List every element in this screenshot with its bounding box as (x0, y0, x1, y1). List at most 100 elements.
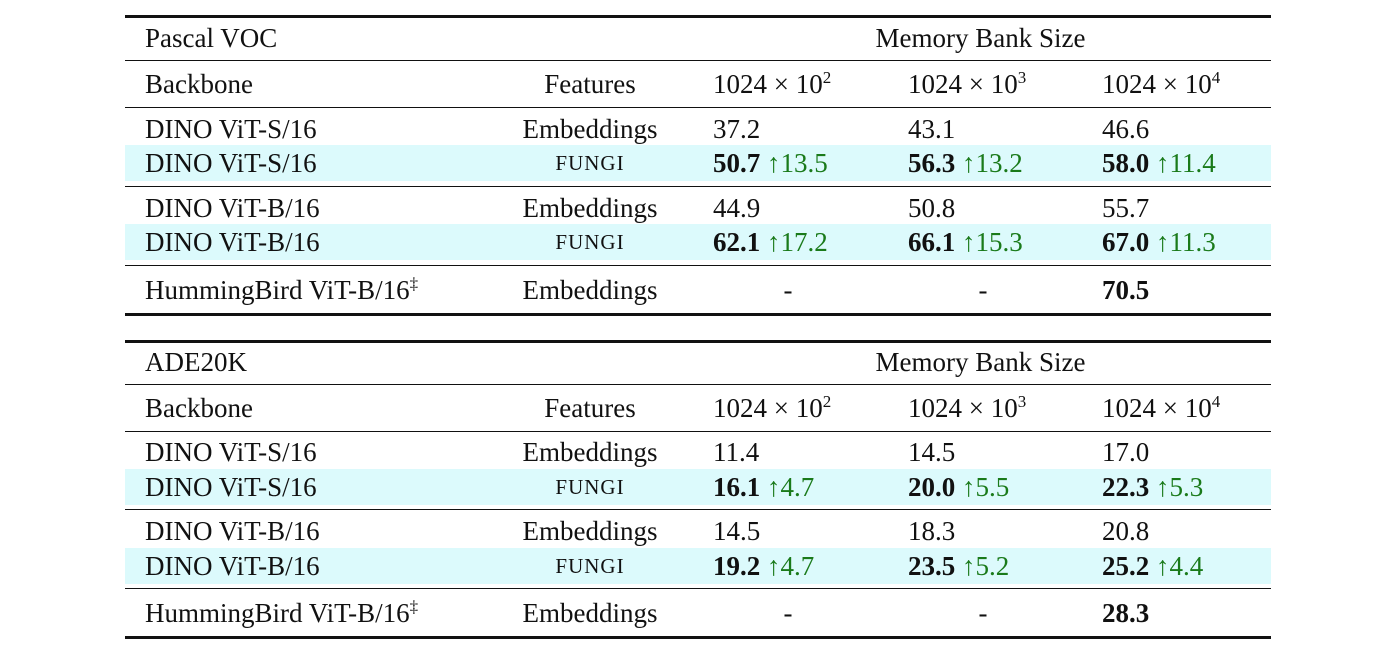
dataset-name: ADE20K (145, 347, 247, 377)
features-header: Features (544, 69, 636, 99)
value-cell: 20.0 ↑5.5 (908, 472, 1010, 502)
table-row: HummingBird ViT-B/16‡ Embeddings - - 70.… (125, 272, 1271, 308)
features-cell: Embeddings (522, 598, 658, 628)
top-rule (125, 15, 1271, 18)
value-cell: 23.5 ↑5.2 (908, 551, 1010, 581)
table-row-highlighted: DINO ViT-S/16 FUNGI 16.1 ↑4.7 20.0 ↑5.5 … (125, 469, 1271, 505)
top-rule (125, 340, 1271, 343)
memory-bank-size-header: Memory Bank Size (875, 23, 1086, 53)
rule (125, 588, 1271, 590)
backbone-header: Backbone (145, 393, 253, 423)
value-cell: 20.8 (1102, 516, 1150, 546)
delta-up: ↑13.2 (962, 148, 1023, 178)
features-cell: Embeddings (522, 114, 658, 144)
size-header-2: 1024 × 103 (908, 68, 1027, 99)
value-cell: 46.6 (1102, 114, 1150, 144)
table-row-highlighted: DINO ViT-B/16 FUNGI 62.1 ↑17.2 66.1 ↑15.… (125, 224, 1271, 260)
value-cell: 43.1 (908, 114, 956, 144)
value-cell: 28.3 (1102, 598, 1150, 628)
backbone-cell: DINO ViT-B/16 (145, 551, 320, 581)
column-header-row: Backbone Features 1024 × 102 1024 × 103 … (125, 66, 1271, 102)
value-cell: - (783, 275, 793, 305)
value-cell: 50.7 ↑13.5 (713, 148, 828, 178)
value-cell: 58.0 ↑11.4 (1102, 148, 1216, 178)
value-cell: 16.1 ↑4.7 (713, 472, 815, 502)
size-header-2: 1024 × 103 (908, 392, 1027, 423)
value-cell: 37.2 (713, 114, 761, 144)
value-cell: 11.4 (713, 437, 760, 467)
delta-up: ↑4.4 (1156, 551, 1204, 581)
size-header-1: 1024 × 102 (713, 392, 832, 423)
delta-up: ↑17.2 (767, 227, 828, 257)
value-cell: 55.7 (1102, 193, 1150, 223)
value-cell: 22.3 ↑5.3 (1102, 472, 1204, 502)
rule (125, 107, 1271, 109)
backbone-cell: HummingBird ViT-B/16‡ (145, 597, 419, 628)
backbone-cell: DINO ViT-B/16 (145, 516, 320, 546)
delta-up: ↑15.3 (962, 227, 1023, 257)
value-cell: 25.2 ↑4.4 (1102, 551, 1204, 581)
value-cell: 66.1 ↑15.3 (908, 227, 1023, 257)
delta-up: ↑5.5 (962, 472, 1010, 502)
value-cell: 67.0 ↑11.3 (1102, 227, 1216, 257)
delta-up: ↑5.2 (962, 551, 1010, 581)
value-cell: - (978, 275, 988, 305)
backbone-cell: DINO ViT-S/16 (145, 437, 317, 467)
features-cell: FUNGI (555, 151, 625, 175)
value-cell: - (978, 598, 988, 628)
value-cell: - (783, 598, 793, 628)
features-cell: Embeddings (522, 193, 658, 223)
rule (125, 431, 1271, 433)
backbone-header: Backbone (145, 69, 253, 99)
delta-up: ↑5.3 (1156, 472, 1204, 502)
value-cell: 18.3 (908, 516, 956, 546)
backbone-cell: DINO ViT-S/16 (145, 114, 317, 144)
value-cell: 19.2 ↑4.7 (713, 551, 815, 581)
backbone-cell: DINO ViT-B/16 (145, 227, 320, 257)
table-row: DINO ViT-B/16 Embeddings 14.5 18.3 20.8 (125, 513, 1271, 549)
size-header-3: 1024 × 104 (1102, 392, 1221, 423)
features-cell: FUNGI (555, 554, 625, 578)
table-row: DINO ViT-S/16 Embeddings 37.2 43.1 46.6 (125, 111, 1271, 147)
backbone-cell: DINO ViT-B/16 (145, 193, 320, 223)
table-row: HummingBird ViT-B/16‡ Embeddings - - 28.… (125, 595, 1271, 631)
delta-up: ↑11.4 (1156, 148, 1216, 178)
delta-up: ↑4.7 (767, 551, 815, 581)
memory-bank-size-header: Memory Bank Size (875, 347, 1086, 377)
table-row-highlighted: DINO ViT-B/16 FUNGI 19.2 ↑4.7 23.5 ↑5.2 … (125, 548, 1271, 584)
value-cell: 44.9 (713, 193, 761, 223)
table-row: DINO ViT-S/16 Embeddings 11.4 14.5 17.0 (125, 434, 1271, 470)
delta-up: ↑11.3 (1156, 227, 1216, 257)
backbone-cell: DINO ViT-S/16 (145, 148, 317, 178)
dataset-header-row: ADE20K Memory Bank Size (125, 344, 1271, 380)
delta-up: ↑13.5 (767, 148, 828, 178)
value-cell: 50.8 (908, 193, 956, 223)
dataset-name: Pascal VOC (145, 23, 278, 53)
value-cell: 62.1 ↑17.2 (713, 227, 828, 257)
features-cell: FUNGI (555, 475, 625, 499)
rule (125, 186, 1271, 188)
column-header-row: Backbone Features 1024 × 102 1024 × 103 … (125, 390, 1271, 426)
size-header-3: 1024 × 104 (1102, 68, 1221, 99)
size-header-1: 1024 × 102 (713, 68, 832, 99)
table-row-highlighted: DINO ViT-S/16 FUNGI 50.7 ↑13.5 56.3 ↑13.… (125, 145, 1271, 181)
backbone-cell: DINO ViT-S/16 (145, 472, 317, 502)
value-cell: 70.5 (1102, 275, 1150, 305)
bottom-rule (125, 313, 1271, 316)
rule (125, 384, 1271, 386)
rule (125, 509, 1271, 511)
features-cell: Embeddings (522, 437, 658, 467)
backbone-cell: HummingBird ViT-B/16‡ (145, 274, 419, 305)
value-cell: 17.0 (1102, 437, 1150, 467)
value-cell: 14.5 (713, 516, 761, 546)
value-cell: 56.3 ↑13.2 (908, 148, 1023, 178)
rule (125, 265, 1271, 267)
rule (125, 60, 1271, 62)
features-header: Features (544, 393, 636, 423)
delta-up: ↑4.7 (767, 472, 815, 502)
table-row: DINO ViT-B/16 Embeddings 44.9 50.8 55.7 (125, 190, 1271, 226)
bottom-rule (125, 636, 1271, 639)
value-cell: 14.5 (908, 437, 956, 467)
features-cell: FUNGI (555, 230, 625, 254)
features-cell: Embeddings (522, 275, 658, 305)
